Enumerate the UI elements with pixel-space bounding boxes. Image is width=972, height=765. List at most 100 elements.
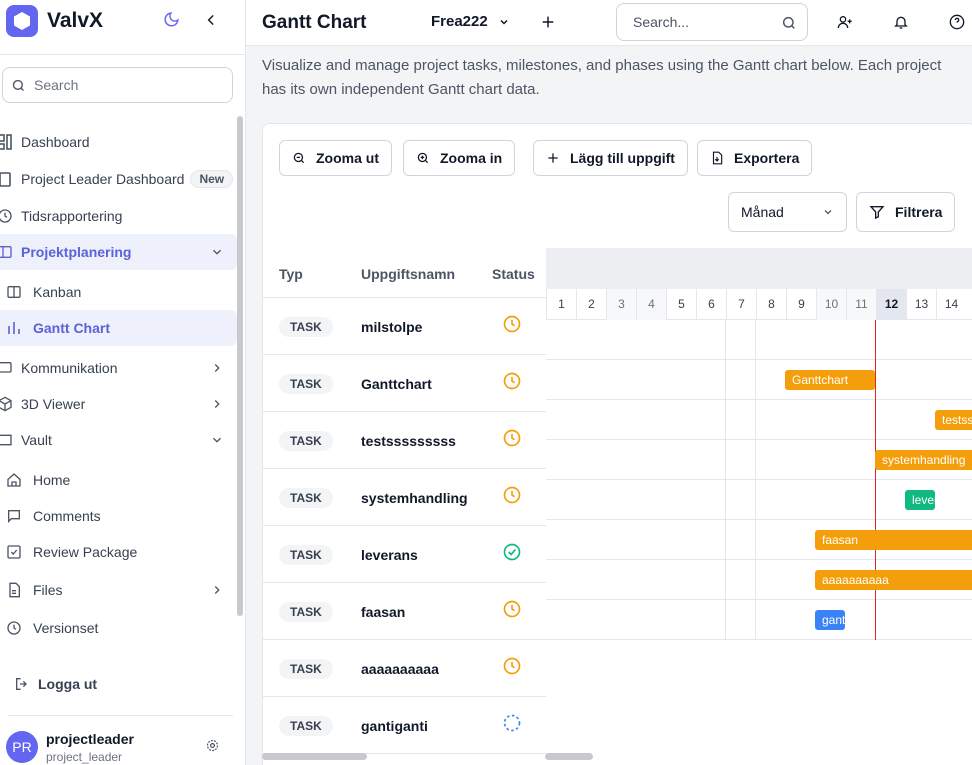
add-user-icon[interactable] — [837, 14, 853, 30]
task-type-badge: TASK — [279, 659, 333, 679]
task-name: systemhandling — [361, 490, 468, 506]
clock-icon[interactable] — [502, 428, 522, 448]
gantt-card: Zooma ut Zooma in Lägg till uppgift Expo… — [262, 123, 972, 765]
sidebar-item-dashboard[interactable]: Dashboard — [0, 124, 237, 160]
user-name: projectleader — [46, 731, 134, 747]
task-row[interactable]: TASK faasan — [263, 583, 546, 640]
sidebar-item-comments[interactable]: Comments — [0, 498, 237, 534]
sidebar-item-review-package[interactable]: Review Package — [0, 534, 237, 570]
sidebar-item-files[interactable]: Files — [0, 572, 237, 608]
view-mode-select[interactable]: Månad — [728, 192, 847, 232]
task-grid-scrollbar[interactable] — [262, 753, 367, 760]
sidebar-item-kanban[interactable]: Kanban — [0, 274, 237, 310]
clock-icon[interactable] — [502, 599, 522, 619]
sidebar-item-versionset[interactable]: Versionset — [0, 610, 237, 646]
task-row[interactable]: TASK leverans — [263, 526, 546, 583]
zoom-out-button[interactable]: Zooma ut — [279, 140, 392, 176]
gantt-bar[interactable]: gantiganti — [815, 610, 845, 630]
brand[interactable]: ValvX — [6, 4, 103, 38]
chevron-right-icon — [214, 586, 220, 594]
today-marker — [875, 320, 876, 640]
sidebar-item-label: Gantt Chart — [33, 320, 110, 336]
task-row[interactable]: TASK testsssssssss — [263, 412, 546, 469]
sidebar-scrollbar[interactable] — [237, 116, 243, 616]
sidebar-item-label: Versionset — [33, 620, 99, 636]
plus-icon[interactable] — [540, 14, 556, 30]
clock-icon[interactable] — [502, 656, 522, 676]
grid-line — [755, 320, 756, 640]
gantt-bar[interactable]: faasan — [815, 530, 972, 550]
gantt-bar[interactable]: leverans — [905, 490, 935, 510]
timeline-row — [546, 320, 972, 360]
moon-icon[interactable] — [163, 11, 180, 28]
gantt-bar[interactable]: systemhandling — [875, 450, 972, 470]
task-type-badge: TASK — [279, 602, 333, 622]
clipboard-icon — [0, 171, 13, 187]
clock-icon — [0, 208, 13, 224]
task-row[interactable]: TASK gantiganti — [263, 697, 546, 754]
header-search-input[interactable] — [633, 14, 773, 30]
logout-button[interactable]: Logga ut — [14, 676, 97, 692]
column-header-status[interactable]: Status — [492, 266, 535, 282]
zoom-in-button[interactable]: Zooma in — [403, 140, 516, 176]
timeline-days: 1 2 3 4 5 6 7 8 9 10 11 12 13 14 — [546, 289, 972, 320]
timeline-day: 8 — [756, 289, 786, 320]
gantt-bar[interactable]: Ganttchart — [785, 370, 875, 390]
sidebar-item-vault[interactable]: Vault — [0, 422, 237, 458]
column-header-name[interactable]: Uppgiftsnamn — [361, 266, 455, 282]
sidebar-item-3d-viewer[interactable]: 3D Viewer — [0, 386, 237, 422]
task-row[interactable]: TASK milstolpe — [263, 298, 546, 355]
task-row[interactable]: TASK systemhandling — [263, 469, 546, 526]
timeline-day: 12 — [876, 289, 906, 320]
brand-name: ValvX — [47, 9, 104, 32]
timeline-day: 6 — [696, 289, 726, 320]
sidebar-item-tidsrapportering[interactable]: Tidsrapportering — [0, 198, 237, 234]
sidebar-item-gantt-chart[interactable]: Gantt Chart — [0, 310, 237, 346]
help-icon[interactable] — [949, 14, 965, 30]
column-header-type[interactable]: Typ — [279, 266, 303, 282]
project-name: Frea222 — [431, 13, 488, 30]
logout-icon — [16, 678, 27, 690]
header-search[interactable] — [616, 3, 808, 41]
task-type-badge: TASK — [279, 317, 333, 337]
timeline-day: 4 — [636, 289, 666, 320]
search-icon — [782, 16, 795, 29]
sidebar-item-project-leader-dashboard[interactable]: Project Leader Dashboard New — [0, 161, 237, 197]
sidebar-item-home[interactable]: Home — [0, 462, 237, 498]
add-task-button[interactable]: Lägg till uppgift — [533, 140, 688, 176]
filter-button[interactable]: Filtrera — [856, 192, 956, 232]
cube-icon — [0, 396, 13, 412]
gantt-bar[interactable]: testsss — [935, 410, 972, 430]
timeline-row — [546, 400, 972, 440]
gear-icon[interactable] — [205, 738, 220, 753]
avatar[interactable]: PR — [6, 731, 38, 763]
chevron-left-icon[interactable] — [204, 12, 218, 28]
gantt-timeline: 1234567891011121314 Ganttchart testsss sys… — [546, 248, 972, 765]
bell-icon[interactable] — [893, 14, 909, 30]
timeline-scrollbar[interactable] — [545, 753, 593, 760]
comment-icon — [6, 508, 22, 524]
dashed-circle-icon[interactable] — [502, 713, 522, 733]
view-mode-value: Månad — [741, 204, 784, 220]
export-button[interactable]: Exportera — [697, 140, 813, 176]
timeline-day: 2 — [576, 289, 606, 320]
task-row[interactable]: TASK aaaaaaaaaa — [263, 640, 546, 697]
sidebar-search[interactable] — [2, 67, 233, 103]
sidebar-item-label: Kanban — [33, 284, 82, 300]
sidebar-item-label: Kommunikation — [21, 360, 118, 376]
timeline-header — [546, 248, 972, 289]
sidebar-item-kommunikation[interactable]: Kommunikation — [0, 350, 237, 386]
sidebar-item-projektplanering[interactable]: Projektplanering — [0, 234, 237, 270]
project-selector[interactable]: Frea222 — [431, 13, 510, 30]
sidebar-search-input[interactable] — [34, 77, 224, 93]
timeline-day: 9 — [786, 289, 816, 320]
timeline-day: 7 — [726, 289, 756, 320]
check-circle-icon[interactable] — [502, 542, 522, 562]
bar-chart-icon — [6, 320, 22, 336]
clock-icon[interactable] — [502, 485, 522, 505]
clock-icon[interactable] — [502, 314, 522, 334]
sidebar-item-label: Review Package — [33, 544, 138, 560]
clock-icon[interactable] — [502, 371, 522, 391]
gantt-bar[interactable]: aaaaaaaaaa — [815, 570, 972, 590]
task-row[interactable]: TASK Ganttchart — [263, 355, 546, 412]
